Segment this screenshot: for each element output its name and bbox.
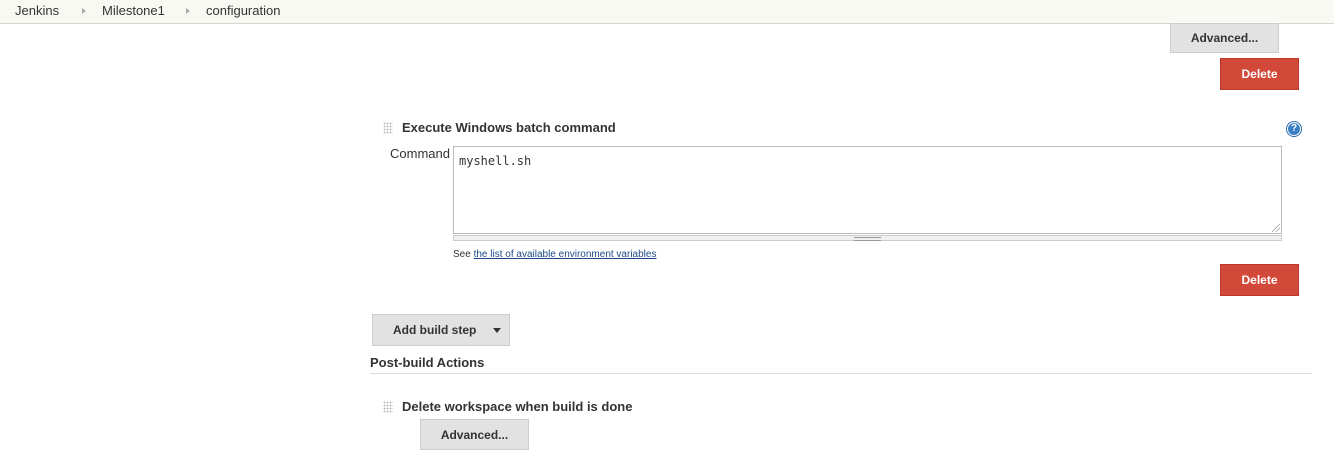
advanced-button[interactable]: Advanced... [1170, 23, 1279, 53]
resize-grip-icon [854, 237, 881, 241]
breadcrumb-item-configuration[interactable]: configuration [206, 3, 280, 18]
command-textarea[interactable]: myshell.sh [453, 146, 1282, 234]
delete-button[interactable]: Delete [1220, 58, 1299, 90]
breadcrumb-separator-icon [186, 8, 190, 14]
drag-handle-icon[interactable] [383, 122, 393, 134]
env-variables-link[interactable]: the list of available environment variab… [474, 249, 657, 260]
post-build-heading: Post-build Actions [370, 355, 485, 370]
chevron-down-icon [493, 328, 501, 333]
delete-step-button[interactable]: Delete [1220, 264, 1299, 296]
drag-handle-icon[interactable] [383, 401, 393, 413]
add-build-step-label: Add build step [393, 323, 477, 337]
build-step-title: Execute Windows batch command [402, 120, 616, 135]
section-divider [370, 373, 1312, 374]
breadcrumb-item-jenkins[interactable]: Jenkins [15, 3, 59, 18]
command-label: Command [390, 146, 450, 161]
post-build-advanced-button[interactable]: Advanced... [420, 419, 529, 450]
breadcrumb: Jenkins Milestone1 configuration [0, 0, 1334, 24]
env-hint: See the list of available environment va… [453, 249, 656, 260]
add-build-step-button[interactable]: Add build step [372, 314, 510, 346]
textarea-resize-icon[interactable] [1272, 224, 1280, 232]
help-glyph: ? [1290, 123, 1298, 134]
breadcrumb-item-project[interactable]: Milestone1 [102, 3, 165, 18]
breadcrumb-separator-icon [82, 8, 86, 14]
post-build-step-title: Delete workspace when build is done [402, 399, 633, 414]
env-hint-prefix: See [453, 249, 471, 260]
textarea-resize-bar[interactable] [453, 235, 1282, 241]
help-icon[interactable]: ? [1286, 121, 1302, 137]
